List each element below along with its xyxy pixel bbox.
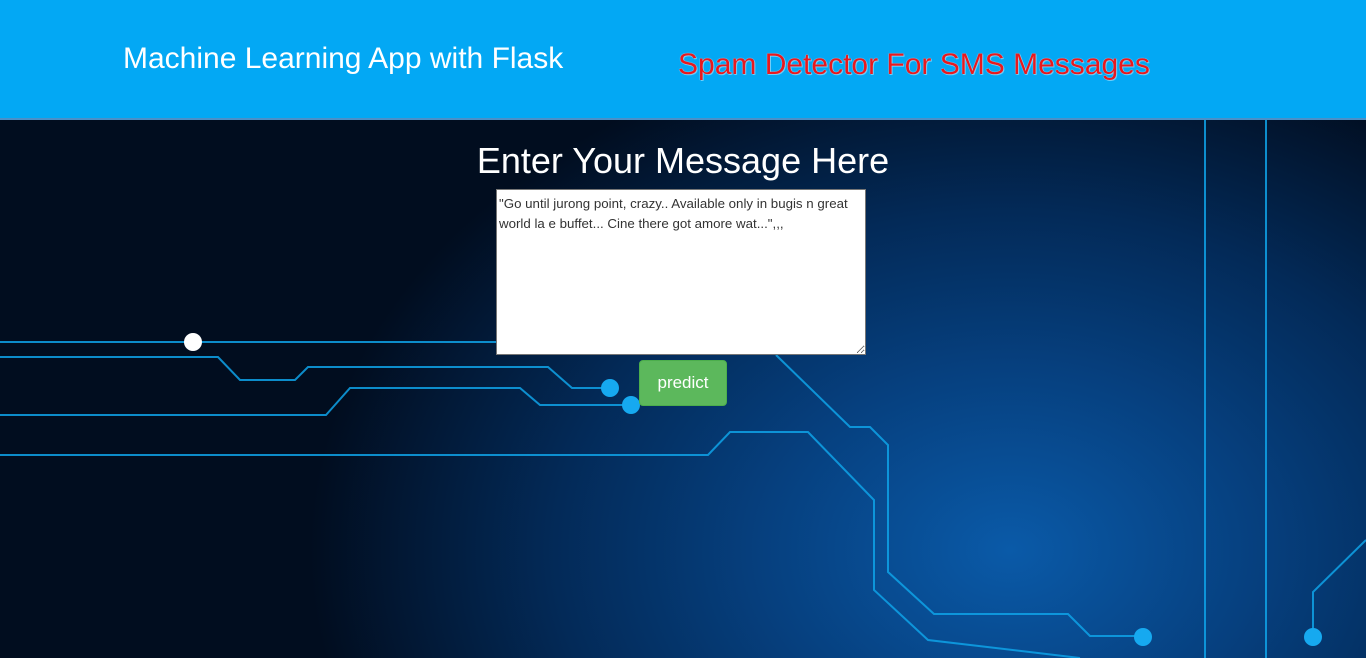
app-title: Machine Learning App with Flask <box>123 42 564 75</box>
circuit-trace <box>1312 539 1366 636</box>
circuit-node <box>1304 628 1322 646</box>
page-heading: Enter Your Message Here <box>476 140 890 181</box>
circuit-node <box>184 333 202 351</box>
message-textarea[interactable]: "Go until jurong point, crazy.. Availabl… <box>496 189 866 355</box>
circuit-node <box>1134 628 1152 646</box>
circuit-trace <box>0 356 610 389</box>
app-header: Machine Learning App with Flask Spam Det… <box>0 0 1366 120</box>
circuit-trace <box>0 387 631 416</box>
circuit-node <box>601 379 619 397</box>
circuit-trace <box>0 431 1081 658</box>
app-subtitle: Spam Detector For SMS Messages <box>678 48 1150 81</box>
circuit-node <box>622 396 640 414</box>
main-content: Enter Your Message Here "Go until jurong… <box>0 120 1366 658</box>
circuit-trace <box>775 354 1143 637</box>
predict-button[interactable]: predict <box>639 360 727 406</box>
